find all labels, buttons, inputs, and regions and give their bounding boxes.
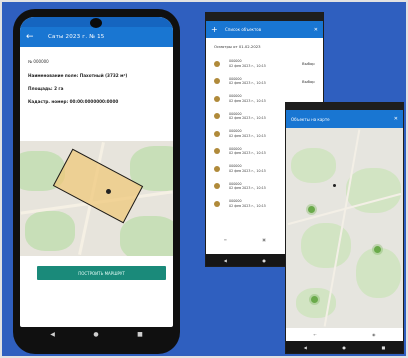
list-header: Осмотры от 01.02.2023 xyxy=(214,44,261,49)
marker-icon xyxy=(214,113,220,120)
marker-icon xyxy=(214,200,220,207)
field-name: Наименование поле: Пахотный (3732 м²) xyxy=(28,73,128,78)
item-date: 02 фев 2023 г., 10:15 xyxy=(229,186,266,191)
item-tag[interactable]: Выбор xyxy=(302,79,315,84)
item-date: 02 фев 2023 г., 10:15 xyxy=(229,116,266,121)
item-date: 02 фев 2023 г., 10:15 xyxy=(229,151,266,156)
nav-home-icon[interactable]: ● xyxy=(262,258,266,263)
item-id: 000000 xyxy=(229,94,242,99)
screen-title: Объекты на карте xyxy=(291,116,330,122)
close-icon[interactable]: ✕ xyxy=(394,116,398,122)
add-icon[interactable]: + xyxy=(211,25,221,34)
map-icon[interactable]: ▣ xyxy=(262,237,266,242)
close-icon[interactable]: ✕ xyxy=(314,27,318,33)
item-id: 000000 xyxy=(229,129,242,134)
map-green-area xyxy=(356,248,401,298)
map-footer: ← ◉ xyxy=(286,328,403,341)
item-id: 000000 xyxy=(229,76,242,81)
marker-icon xyxy=(214,130,220,137)
location-pin-icon[interactable] xyxy=(333,184,336,187)
nav-home-icon[interactable]: ● xyxy=(93,331,98,338)
app-bar: Объекты на карте ✕ xyxy=(286,110,403,128)
screen-title: Саты 2023 г. № 15 xyxy=(48,34,105,40)
marker-icon xyxy=(214,148,220,155)
nav-back-icon[interactable]: ◀ xyxy=(224,258,227,263)
status-bar xyxy=(20,17,173,28)
item-tag[interactable]: Выбор xyxy=(302,61,315,66)
field-map[interactable] xyxy=(20,141,173,256)
cadastral-number: Кадастр. номер: 00:00:0000000:0000 xyxy=(28,99,119,104)
marker-icon xyxy=(214,165,220,172)
record-id: № 000000 xyxy=(28,59,49,64)
location-pin-icon[interactable] xyxy=(106,189,111,194)
app-bar: ← Саты 2023 г. № 15 xyxy=(20,27,173,47)
system-nav-bar: ◀ ● ■ xyxy=(286,341,403,353)
item-date: 02 фев 2023 г., 10:15 xyxy=(229,168,266,173)
objects-map-screen: Объекты на карте ✕ ← ◉ ◀ ● ■ xyxy=(286,103,403,353)
app-bar: + Список объектов ✕ xyxy=(206,21,323,38)
screen-title: Список объектов xyxy=(225,27,262,32)
list-item[interactable]: 000000 02 фев 2023 г., 10:15 Выбор xyxy=(214,73,323,91)
map-green-area xyxy=(301,223,351,268)
map-green-area xyxy=(291,148,336,183)
item-id: 000000 xyxy=(229,181,242,186)
item-date: 02 фев 2023 г., 10:15 xyxy=(229,133,266,138)
detail-body: № 000000 Наименование поле: Пахотный (37… xyxy=(20,47,173,104)
list-item[interactable]: 000000 02 фев 2023 г., 10:15 Выбор xyxy=(214,55,323,73)
item-id: 000000 xyxy=(229,164,242,169)
back-arrow-icon[interactable]: ← xyxy=(314,332,317,337)
field-detail-screen: ← Саты 2023 г. № 15 № 000000 Наименовани… xyxy=(20,17,173,327)
list-icon[interactable]: ≡ xyxy=(224,237,227,242)
cluster-marker-icon[interactable] xyxy=(311,296,318,303)
map-green-area xyxy=(25,211,75,251)
phone-device: ← Саты 2023 г. № 15 № 000000 Наименовани… xyxy=(13,9,180,354)
system-nav-bar: ◀ ● ■ xyxy=(31,328,162,340)
nav-recents-icon[interactable]: ■ xyxy=(381,345,385,350)
cluster-marker-icon[interactable] xyxy=(374,246,381,253)
item-date: 02 фев 2023 г., 10:15 xyxy=(229,98,266,103)
marker-icon xyxy=(214,60,220,67)
marker-icon xyxy=(214,95,220,102)
nav-back-icon[interactable]: ◀ xyxy=(50,331,55,338)
route-button[interactable]: ПОСТРОИТЬ МАРШРУТ xyxy=(37,266,166,280)
item-id: 000000 xyxy=(229,146,242,151)
location-icon[interactable]: ◉ xyxy=(372,332,376,337)
marker-icon xyxy=(214,183,220,190)
status-bar xyxy=(206,13,323,21)
cluster-marker-icon[interactable] xyxy=(308,206,315,213)
item-date: 02 фев 2023 г., 10:15 xyxy=(229,63,266,68)
camera-notch xyxy=(90,18,102,28)
field-area: Площадь: 2 га xyxy=(28,86,64,91)
item-id: 000000 xyxy=(229,199,242,204)
arrow-left-icon[interactable]: ← xyxy=(26,32,40,42)
item-id: 000000 xyxy=(229,59,242,64)
status-bar xyxy=(286,103,403,110)
item-date: 02 фев 2023 г., 10:15 xyxy=(229,81,266,86)
objects-map[interactable] xyxy=(286,128,403,328)
item-date: 02 фев 2023 г., 10:15 xyxy=(229,203,266,208)
nav-home-icon[interactable]: ● xyxy=(342,345,346,350)
map-green-area xyxy=(120,216,173,256)
nav-recents-icon[interactable]: ■ xyxy=(137,331,143,338)
nav-back-icon[interactable]: ◀ xyxy=(304,345,307,350)
item-id: 000000 xyxy=(229,111,242,116)
marker-icon xyxy=(214,78,220,85)
